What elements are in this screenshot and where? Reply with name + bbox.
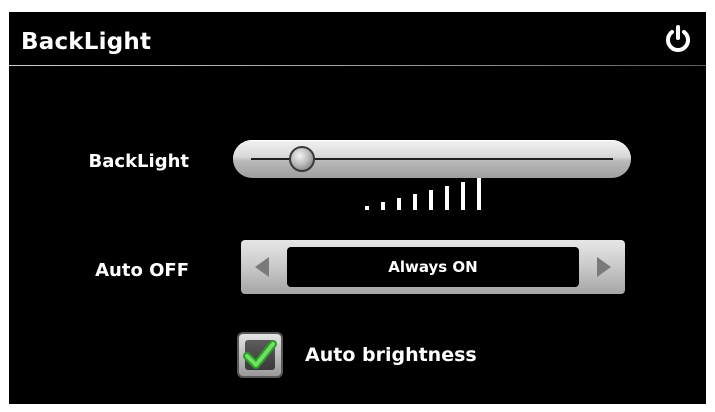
backlight-slider[interactable] (233, 140, 631, 178)
auto-off-next-button[interactable] (581, 240, 625, 294)
auto-off-selector: Always ON (241, 240, 625, 294)
auto-off-value: Always ON (287, 247, 579, 287)
backlight-settings-screen: BackLight BackLight Auto OFF Always ON A… (9, 12, 706, 404)
brightness-level-indicator (365, 178, 505, 210)
level-bar (365, 206, 369, 210)
triangle-right-icon (597, 257, 611, 277)
checkmark-icon (243, 340, 277, 369)
auto-off-label: Auto OFF (95, 260, 189, 281)
level-bar (445, 186, 449, 210)
backlight-label: BackLight (88, 151, 189, 172)
level-bar (477, 178, 481, 210)
level-bar (397, 198, 401, 210)
auto-brightness-checkbox[interactable] (237, 332, 283, 378)
level-bar (461, 182, 465, 210)
level-bar (429, 190, 433, 210)
slider-knob[interactable] (288, 146, 315, 172)
level-bar (381, 202, 385, 210)
power-button[interactable] (663, 24, 693, 54)
title-bar: BackLight (9, 12, 706, 66)
auto-off-prev-button[interactable] (241, 240, 285, 294)
triangle-left-icon (255, 257, 269, 277)
auto-brightness-label[interactable]: Auto brightness (305, 344, 477, 366)
page-title: BackLight (21, 29, 152, 55)
power-icon (666, 25, 690, 52)
title-divider (9, 65, 706, 66)
level-bar (413, 194, 417, 210)
